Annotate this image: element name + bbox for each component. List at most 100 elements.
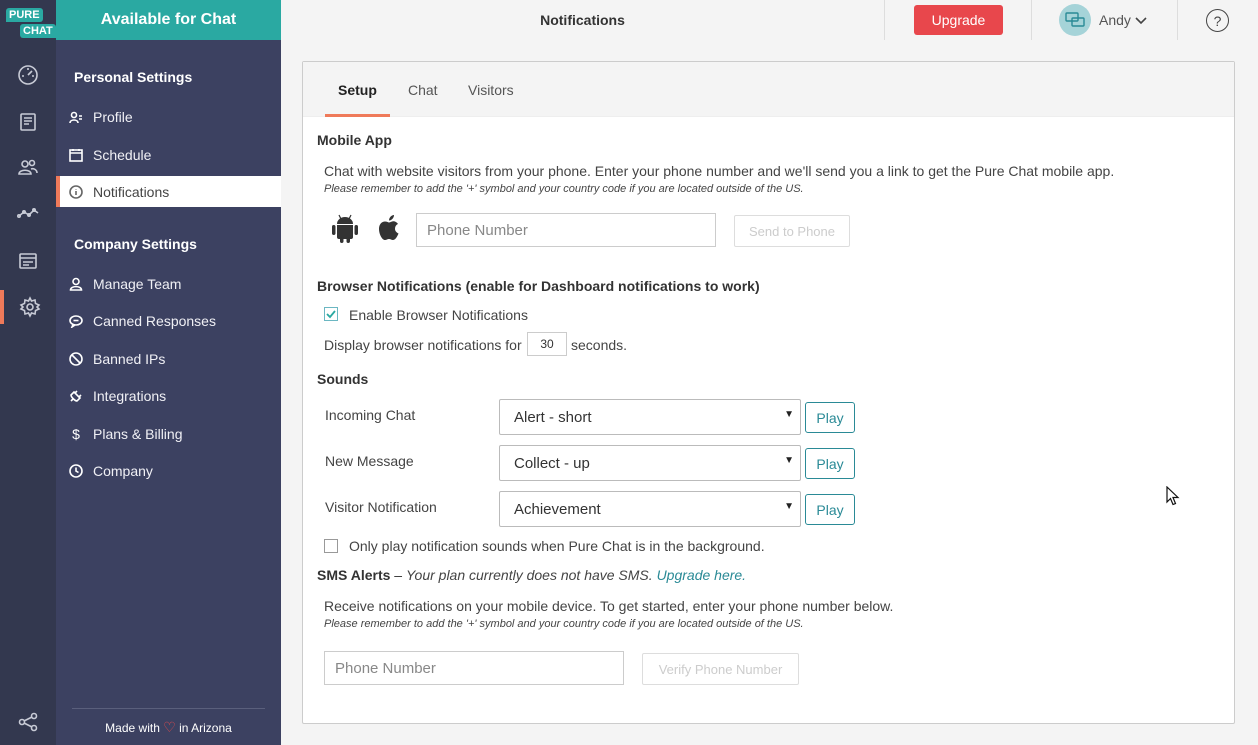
mouse-cursor-icon: [1166, 485, 1180, 506]
settings-sidebar: Available for Chat Personal Settings Pro…: [56, 0, 281, 745]
mobile-app-heading: Mobile App: [317, 132, 392, 148]
sidebar-item-profile[interactable]: Profile: [56, 101, 281, 132]
sidebar-item-plans-billing[interactable]: $ Plans & Billing: [56, 418, 281, 449]
calendar-icon: [68, 147, 84, 163]
incoming-chat-label: Incoming Chat: [325, 407, 416, 423]
divider: [1031, 0, 1032, 40]
sms-phone-input[interactable]: Phone Number: [324, 651, 624, 685]
mobile-phone-input[interactable]: Phone Number: [416, 213, 716, 247]
user-name: Andy: [1099, 12, 1131, 28]
settings-tabs: Setup Chat Visitors: [303, 62, 1234, 117]
availability-status-button[interactable]: Available for Chat: [56, 0, 281, 40]
new-message-sound-select[interactable]: Collect - up ▼: [499, 445, 801, 481]
sidebar-item-label: Canned Responses: [93, 312, 216, 329]
pure-chat-logo[interactable]: PURE CHAT: [6, 8, 56, 42]
mobile-app-description: Chat with website visitors from your pho…: [324, 163, 1115, 179]
icon-rail: PURE CHAT: [0, 0, 56, 745]
select-value: Alert - short: [514, 408, 592, 426]
plug-icon: [68, 388, 84, 404]
sidebar-item-manage-team[interactable]: Manage Team: [56, 268, 281, 299]
ban-icon: [68, 351, 84, 367]
help-icon[interactable]: ?: [1206, 9, 1229, 32]
personal-settings-heading: Personal Settings: [74, 69, 193, 85]
footer-suffix: in Arizona: [179, 721, 232, 735]
sms-note: Please remember to add the '+' symbol an…: [324, 618, 804, 630]
dropdown-arrow-icon: ▼: [784, 455, 794, 466]
profile-icon: [68, 109, 84, 125]
top-bar: Notifications Upgrade Andy ?: [281, 0, 1258, 40]
sms-upgrade-link[interactable]: Upgrade here.: [657, 567, 747, 583]
tab-setup[interactable]: Setup: [325, 62, 390, 117]
dollar-icon: $: [72, 425, 80, 442]
logo-text-top: PURE: [6, 8, 43, 22]
sms-description: Receive notifications on your mobile dev…: [324, 598, 894, 614]
new-message-label: New Message: [325, 453, 414, 469]
sidebar-item-label: Notifications: [93, 183, 170, 200]
transcripts-icon[interactable]: [0, 105, 56, 139]
dropdown-arrow-icon: ▼: [784, 501, 794, 512]
contacts-icon[interactable]: [0, 150, 56, 184]
enable-browser-notifications-label: Enable Browser Notifications: [349, 307, 528, 323]
page-title: Notifications: [540, 12, 625, 28]
clock-icon: [68, 463, 84, 479]
sidebar-item-label: Banned IPs: [93, 350, 166, 367]
sidebar-footer: Made with ♡ in Arizona: [72, 708, 265, 736]
chat-bubbles-icon: [1065, 12, 1085, 27]
sms-plan-note: Your plan currently does not have SMS.: [405, 567, 653, 583]
display-duration-prefix: Display browser notifications for: [324, 337, 522, 353]
incoming-chat-sound-select[interactable]: Alert - short ▼: [499, 399, 801, 435]
avatar: [1059, 4, 1091, 36]
visitor-notification-play-button[interactable]: Play: [805, 494, 855, 525]
sidebar-item-label: Company: [93, 462, 153, 479]
notification-seconds-input[interactable]: 30: [527, 332, 567, 356]
send-to-phone-button[interactable]: Send to Phone: [734, 215, 850, 247]
share-icon[interactable]: [0, 705, 56, 739]
sidebar-item-notifications[interactable]: Notifications: [56, 176, 281, 207]
select-value: Achievement: [514, 500, 601, 518]
sidebar-item-canned-responses[interactable]: Canned Responses: [56, 305, 281, 336]
sidebar-item-schedule[interactable]: Schedule: [56, 139, 281, 170]
visitor-notification-label: Visitor Notification: [325, 499, 437, 515]
logo-text-bottom: CHAT: [20, 24, 56, 38]
mobile-app-note: Please remember to add the '+' symbol an…: [324, 183, 804, 195]
sidebar-item-banned-ips[interactable]: Banned IPs: [56, 343, 281, 374]
divider: [1177, 0, 1178, 40]
new-message-play-button[interactable]: Play: [805, 448, 855, 479]
user-icon: [68, 276, 84, 292]
notifications-panel: Setup Chat Visitors Mobile App Chat with…: [302, 61, 1235, 724]
upgrade-button[interactable]: Upgrade: [914, 5, 1003, 35]
sms-alerts-heading: SMS Alerts: [317, 567, 391, 583]
verify-phone-number-button[interactable]: Verify Phone Number: [642, 653, 799, 685]
background-only-sounds-label: Only play notification sounds when Pure …: [349, 538, 765, 554]
chat-bubble-icon: [68, 313, 84, 329]
settings-icon[interactable]: [0, 290, 56, 324]
heart-icon: ♡: [163, 719, 176, 735]
enable-browser-notifications-checkbox[interactable]: [324, 307, 338, 321]
sidebar-item-label: Plans & Billing: [93, 425, 183, 442]
chevron-down-icon: [1135, 12, 1147, 28]
android-icon[interactable]: [329, 213, 361, 245]
sms-dash: –: [390, 567, 406, 583]
incoming-chat-play-button[interactable]: Play: [805, 402, 855, 433]
user-menu[interactable]: Andy: [1059, 4, 1147, 36]
background-only-sounds-checkbox[interactable]: [324, 539, 338, 553]
sidebar-item-integrations[interactable]: Integrations: [56, 380, 281, 411]
dropdown-arrow-icon: ▼: [784, 409, 794, 420]
dashboard-icon[interactable]: [0, 58, 56, 92]
display-duration-suffix: seconds.: [571, 337, 628, 353]
tab-chat[interactable]: Chat: [408, 62, 438, 117]
divider: [884, 0, 885, 40]
checkmark-icon: [326, 310, 336, 319]
apple-icon[interactable]: [373, 212, 405, 244]
visitor-notification-sound-select[interactable]: Achievement ▼: [499, 491, 801, 527]
widgets-icon[interactable]: [0, 244, 56, 278]
analytics-icon[interactable]: [0, 196, 56, 230]
sidebar-item-label: Profile: [93, 108, 133, 125]
company-settings-heading: Company Settings: [74, 236, 197, 252]
sidebar-item-company[interactable]: Company: [56, 455, 281, 486]
sidebar-item-label: Manage Team: [93, 275, 182, 292]
sidebar-item-label: Schedule: [93, 146, 152, 163]
tab-visitors[interactable]: Visitors: [468, 62, 514, 117]
sidebar-item-label: Integrations: [93, 387, 167, 404]
footer-prefix: Made with: [105, 721, 160, 735]
